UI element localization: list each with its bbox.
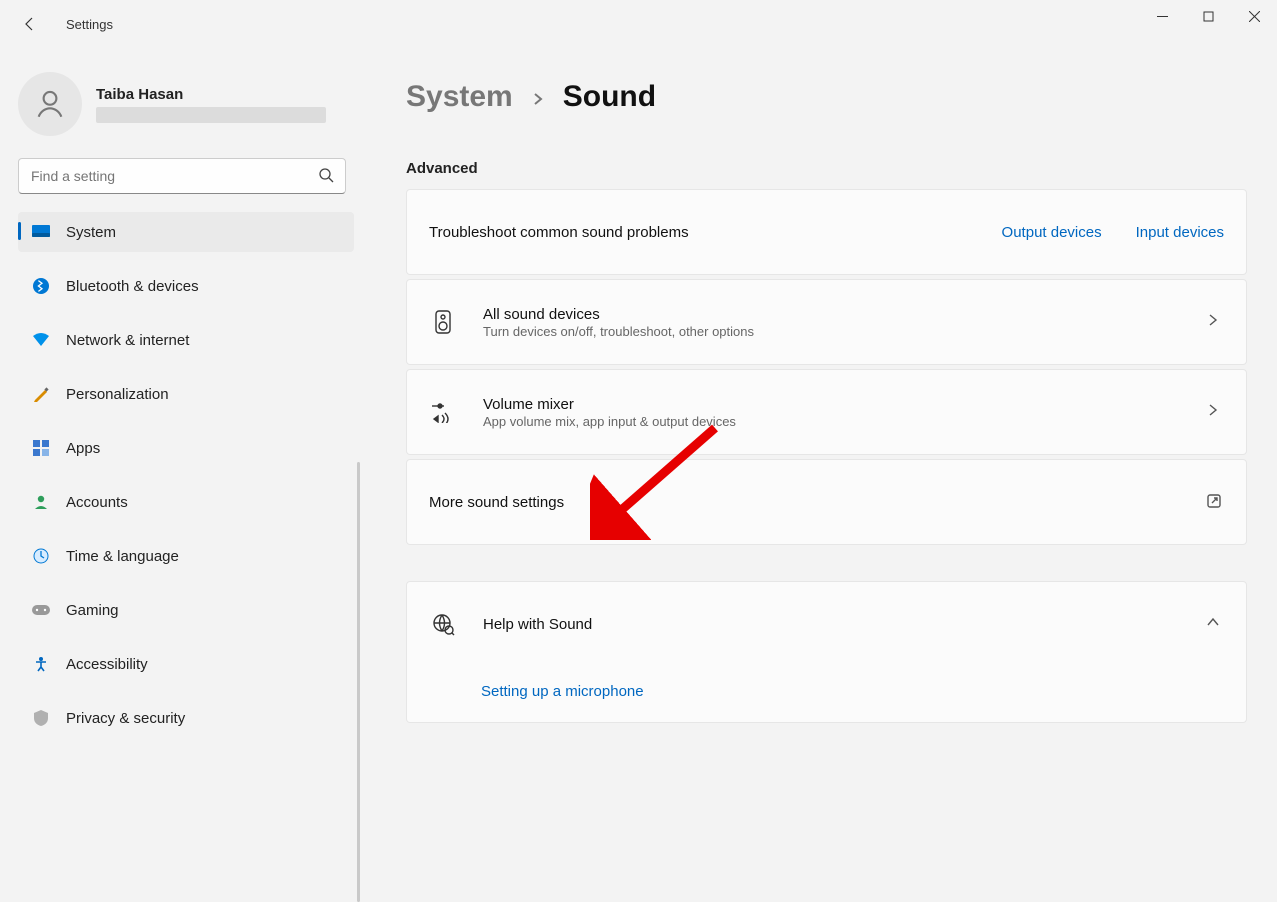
sidebar-scrollbar[interactable] <box>357 462 360 902</box>
minimize-button[interactable] <box>1139 0 1185 32</box>
chevron-right-icon <box>531 80 545 114</box>
sidebar-item-label: Apps <box>66 440 100 457</box>
sidebar-item-label: Personalization <box>66 386 169 403</box>
section-title-advanced: Advanced <box>406 160 1247 177</box>
apps-icon <box>32 439 50 457</box>
sidebar-item-label: Bluetooth & devices <box>66 278 199 295</box>
gaming-icon <box>32 601 50 619</box>
help-globe-icon <box>429 610 457 638</box>
link-output-devices[interactable]: Output devices <box>1002 224 1102 241</box>
help-sub-panel: Setting up a microphone <box>406 663 1247 723</box>
maximize-button[interactable] <box>1185 0 1231 32</box>
speaker-icon <box>429 308 457 336</box>
breadcrumb: System Sound <box>406 80 1247 114</box>
back-button[interactable] <box>10 4 50 44</box>
sidebar-item-privacy[interactable]: Privacy & security <box>18 698 354 738</box>
search-box[interactable] <box>18 158 346 194</box>
sidebar-item-accounts[interactable]: Accounts <box>18 482 354 522</box>
breadcrumb-current: Sound <box>563 80 656 114</box>
avatar <box>18 72 82 136</box>
sidebar-item-label: Network & internet <box>66 332 189 349</box>
card-subtitle: Turn devices on/off, troubleshoot, other… <box>483 324 754 339</box>
sidebar-item-personalization[interactable]: Personalization <box>18 374 354 414</box>
volume-mixer-icon <box>429 398 457 426</box>
sidebar-item-bluetooth[interactable]: Bluetooth & devices <box>18 266 354 306</box>
personalization-icon <box>32 385 50 403</box>
user-subtitle-redacted <box>96 107 326 123</box>
accounts-icon <box>32 493 50 511</box>
open-external-icon <box>1206 493 1224 511</box>
card-title: All sound devices <box>483 306 754 323</box>
main-content: System Sound Advanced Troubleshoot commo… <box>360 48 1277 771</box>
sidebar-item-label: Accounts <box>66 494 128 511</box>
card-title: Troubleshoot common sound problems <box>429 224 689 241</box>
sidebar-item-accessibility[interactable]: Accessibility <box>18 644 354 684</box>
sidebar-item-label: Gaming <box>66 602 119 619</box>
card-all-sound-devices[interactable]: All sound devices Turn devices on/off, t… <box>406 279 1247 365</box>
sidebar-item-time-language[interactable]: Time & language <box>18 536 354 576</box>
close-button[interactable] <box>1231 0 1277 32</box>
search-input[interactable] <box>18 158 346 194</box>
sidebar-item-label: System <box>66 224 116 241</box>
window-controls <box>1139 0 1277 32</box>
card-title: Volume mixer <box>483 396 736 413</box>
sidebar-item-gaming[interactable]: Gaming <box>18 590 354 630</box>
title-bar: Settings <box>0 0 1277 48</box>
sidebar-item-label: Privacy & security <box>66 710 185 727</box>
link-setting-up-microphone[interactable]: Setting up a microphone <box>481 683 644 700</box>
privacy-icon <box>32 709 50 727</box>
search-icon <box>318 167 334 188</box>
sidebar-item-network[interactable]: Network & internet <box>18 320 354 360</box>
breadcrumb-parent[interactable]: System <box>406 80 513 114</box>
user-name: Taiba Hasan <box>96 86 326 103</box>
time-language-icon <box>32 547 50 565</box>
card-more-sound-settings[interactable]: More sound settings <box>406 459 1247 545</box>
sidebar-item-label: Time & language <box>66 548 179 565</box>
chevron-right-icon <box>1206 313 1224 331</box>
card-title: More sound settings <box>429 494 564 511</box>
sidebar-item-system[interactable]: System <box>18 212 354 252</box>
sidebar: Taiba Hasan System Bluet <box>0 48 360 771</box>
sidebar-item-apps[interactable]: Apps <box>18 428 354 468</box>
card-help-with-sound[interactable]: Help with Sound <box>406 581 1247 667</box>
chevron-up-icon <box>1206 615 1224 633</box>
profile-block[interactable]: Taiba Hasan <box>18 68 352 154</box>
card-subtitle: App volume mix, app input & output devic… <box>483 414 736 429</box>
chevron-right-icon <box>1206 403 1224 421</box>
link-input-devices[interactable]: Input devices <box>1136 224 1224 241</box>
card-troubleshoot: Troubleshoot common sound problems Outpu… <box>406 189 1247 275</box>
accessibility-icon <box>32 655 50 673</box>
card-volume-mixer[interactable]: Volume mixer App volume mix, app input &… <box>406 369 1247 455</box>
system-icon <box>32 223 50 241</box>
bluetooth-icon <box>32 277 50 295</box>
sidebar-item-label: Accessibility <box>66 656 148 673</box>
card-title: Help with Sound <box>483 616 592 633</box>
app-title: Settings <box>66 17 113 32</box>
nav-list: System Bluetooth & devices Network & int… <box>18 212 352 738</box>
network-icon <box>32 331 50 349</box>
